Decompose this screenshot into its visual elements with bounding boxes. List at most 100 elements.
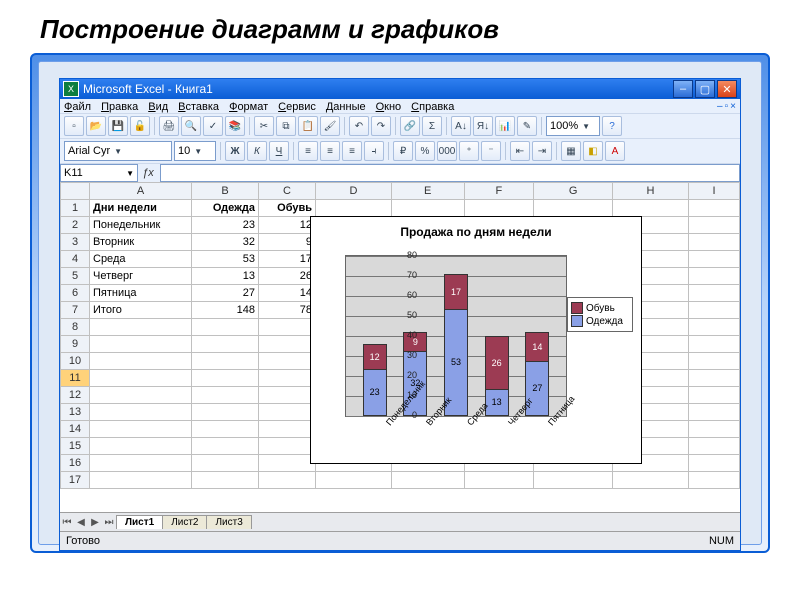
col-header-E[interactable]: E xyxy=(391,183,464,200)
cell-C3[interactable]: 9 xyxy=(259,234,316,251)
cell-D17[interactable] xyxy=(316,472,392,489)
cell-E17[interactable] xyxy=(391,472,464,489)
dec-indent-button[interactable]: ⇤ xyxy=(510,141,530,161)
row-header-15[interactable]: 15 xyxy=(61,438,90,455)
doc-close-button[interactable]: × xyxy=(730,101,736,113)
cell-I10[interactable] xyxy=(688,353,739,370)
cell-H17[interactable] xyxy=(613,472,689,489)
undo-button[interactable]: ↶ xyxy=(349,116,369,136)
cell-I9[interactable] xyxy=(688,336,739,353)
menu-формат[interactable]: Формат xyxy=(229,101,268,113)
cell-G1[interactable] xyxy=(534,200,613,217)
tab-nav-next[interactable]: ▶ xyxy=(88,517,102,528)
chart-plot-area[interactable]: 2312329531713262714 xyxy=(345,255,567,417)
cell-C10[interactable] xyxy=(259,353,316,370)
font-color-button[interactable]: A xyxy=(605,141,625,161)
cut-button[interactable]: ✂ xyxy=(254,116,274,136)
align-center-button[interactable]: ≡ xyxy=(320,141,340,161)
col-header-H[interactable]: H xyxy=(613,183,689,200)
cell-F17[interactable] xyxy=(464,472,534,489)
row-header-2[interactable]: 2 xyxy=(61,217,90,234)
cell-I1[interactable] xyxy=(688,200,739,217)
align-right-button[interactable]: ≡ xyxy=(342,141,362,161)
row-header-7[interactable]: 7 xyxy=(61,302,90,319)
menu-сервис[interactable]: Сервис xyxy=(278,101,316,113)
menu-вид[interactable]: Вид xyxy=(148,101,168,113)
comma-button[interactable]: 000 xyxy=(437,141,457,161)
cell-I17[interactable] xyxy=(688,472,739,489)
cell-A7[interactable]: Итого xyxy=(90,302,192,319)
row-header-8[interactable]: 8 xyxy=(61,319,90,336)
new-button[interactable]: ▫ xyxy=(64,116,84,136)
close-button[interactable]: ✕ xyxy=(717,80,737,98)
name-box[interactable]: K11▼ xyxy=(60,164,138,182)
row-header-13[interactable]: 13 xyxy=(61,404,90,421)
inc-indent-button[interactable]: ⇥ xyxy=(532,141,552,161)
cell-B16[interactable] xyxy=(192,455,259,472)
cell-B12[interactable] xyxy=(192,387,259,404)
copy-button[interactable]: ⧉ xyxy=(276,116,296,136)
cell-B3[interactable]: 32 xyxy=(192,234,259,251)
cell-C14[interactable] xyxy=(259,421,316,438)
bar-seg-obuv-0[interactable]: 12 xyxy=(363,344,387,370)
cell-A2[interactable]: Понедельник xyxy=(90,217,192,234)
cell-A16[interactable] xyxy=(90,455,192,472)
cell-B7[interactable]: 148 xyxy=(192,302,259,319)
fill-color-button[interactable]: ◧ xyxy=(583,141,603,161)
open-button[interactable]: 📂 xyxy=(86,116,106,136)
autosum-button[interactable]: Σ xyxy=(422,116,442,136)
col-header-C[interactable]: C xyxy=(259,183,316,200)
cell-C4[interactable]: 17 xyxy=(259,251,316,268)
cell-D1[interactable] xyxy=(316,200,392,217)
cell-B8[interactable] xyxy=(192,319,259,336)
bar-seg-odezhda-3[interactable]: 13 xyxy=(485,388,509,416)
tab-nav-first[interactable]: ⏮ xyxy=(60,517,74,528)
row-header-9[interactable]: 9 xyxy=(61,336,90,353)
cell-I12[interactable] xyxy=(688,387,739,404)
cell-B11[interactable] xyxy=(192,370,259,387)
cell-C2[interactable]: 12 xyxy=(259,217,316,234)
cell-I4[interactable] xyxy=(688,251,739,268)
embedded-chart[interactable]: Продажа по дням недели 23123295317132627… xyxy=(310,216,642,464)
cell-I5[interactable] xyxy=(688,268,739,285)
row-header-4[interactable]: 4 xyxy=(61,251,90,268)
cell-E1[interactable] xyxy=(391,200,464,217)
dec-decimal-button[interactable]: ⁻ xyxy=(481,141,501,161)
cell-I16[interactable] xyxy=(688,455,739,472)
cell-A13[interactable] xyxy=(90,404,192,421)
cell-C7[interactable]: 78 xyxy=(259,302,316,319)
cell-C17[interactable] xyxy=(259,472,316,489)
row-header-10[interactable]: 10 xyxy=(61,353,90,370)
menu-вставка[interactable]: Вставка xyxy=(178,101,219,113)
sheet-tab-Лист1[interactable]: Лист1 xyxy=(116,515,163,529)
underline-button[interactable]: Ч xyxy=(269,141,289,161)
row-header-11[interactable]: 11 xyxy=(61,370,90,387)
bar-seg-obuv-4[interactable]: 14 xyxy=(525,332,549,362)
col-header-G[interactable]: G xyxy=(534,183,613,200)
maximize-button[interactable]: ▢ xyxy=(695,80,715,98)
minimize-button[interactable]: – xyxy=(673,80,693,98)
row-header-1[interactable]: 1 xyxy=(61,200,90,217)
cell-I15[interactable] xyxy=(688,438,739,455)
cell-A8[interactable] xyxy=(90,319,192,336)
cell-I6[interactable] xyxy=(688,285,739,302)
row-header-3[interactable]: 3 xyxy=(61,234,90,251)
cell-C15[interactable] xyxy=(259,438,316,455)
save-button[interactable]: 💾 xyxy=(108,116,128,136)
print-button[interactable]: 🖨 xyxy=(159,116,179,136)
cell-B15[interactable] xyxy=(192,438,259,455)
help-button[interactable]: ? xyxy=(602,116,622,136)
cell-C5[interactable]: 26 xyxy=(259,268,316,285)
cell-B13[interactable] xyxy=(192,404,259,421)
cell-C16[interactable] xyxy=(259,455,316,472)
doc-minimize-button[interactable]: – xyxy=(717,101,723,113)
permission-button[interactable]: 🔓 xyxy=(130,116,150,136)
cell-C13[interactable] xyxy=(259,404,316,421)
row-header-17[interactable]: 17 xyxy=(61,472,90,489)
sort-desc-button[interactable]: Я↓ xyxy=(473,116,493,136)
cell-C6[interactable]: 14 xyxy=(259,285,316,302)
formula-bar[interactable] xyxy=(160,164,740,182)
fx-label[interactable]: ƒx xyxy=(138,164,158,182)
row-header-16[interactable]: 16 xyxy=(61,455,90,472)
cell-A9[interactable] xyxy=(90,336,192,353)
